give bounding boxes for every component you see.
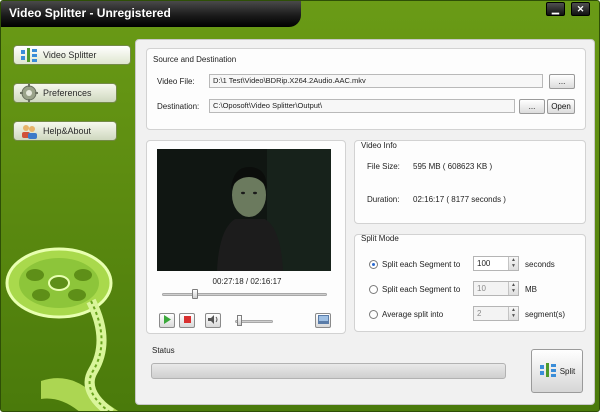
split-by-size-radio[interactable]: [369, 285, 378, 294]
open-button[interactable]: Open: [547, 99, 575, 114]
group-title: Video Info: [361, 141, 397, 150]
segments-unit: segment(s): [525, 310, 566, 319]
seek-bar[interactable]: [162, 293, 327, 296]
splitter-icon: [18, 46, 40, 64]
play-button[interactable]: [159, 313, 175, 328]
film-reel-logo: [5, 247, 119, 411]
source-destination-group: Source and Destination Video File: D:\1 …: [146, 48, 586, 130]
progress-bar: [151, 363, 506, 379]
video-file-browse-button[interactable]: ...: [549, 74, 575, 89]
video-info-group: Video Info File Size: 595 MB ( 608623 KB…: [354, 140, 586, 224]
file-size-value: 595 MB ( 608623 KB ): [413, 162, 493, 171]
sidebar-item-video-splitter[interactable]: Video Splitter: [13, 45, 131, 65]
speaker-icon: [207, 315, 219, 326]
video-file-label: Video File:: [157, 77, 195, 86]
stop-button[interactable]: [179, 313, 195, 328]
seconds-unit: seconds: [525, 260, 555, 269]
video-frame: [157, 149, 331, 271]
duration-label: Duration:: [367, 195, 400, 204]
title-bar: Video Splitter - Unregistered: [1, 1, 301, 27]
split-average-radio[interactable]: [369, 310, 378, 319]
main-panel: Source and Destination Video File: D:\1 …: [135, 39, 595, 405]
window-title: Video Splitter - Unregistered: [9, 6, 171, 20]
spin-buttons[interactable]: ▲ ▼: [508, 257, 518, 270]
splitter-icon: [539, 362, 557, 380]
video-preview-group: 00:27:18 / 02:16:17: [146, 140, 346, 334]
gear-icon: [18, 84, 40, 102]
split-option-label: Average split into: [382, 310, 444, 319]
destination-label: Destination:: [157, 102, 200, 111]
volume-thumb[interactable]: [236, 315, 242, 326]
sidebar-item-label: Preferences: [43, 88, 92, 98]
destination-field[interactable]: C:\Oposoft\Video Splitter\Output\: [209, 99, 515, 113]
seconds-input[interactable]: 100 ▲ ▼: [473, 256, 519, 271]
close-button[interactable]: ✕: [571, 2, 590, 16]
group-title: Split Mode: [361, 234, 399, 243]
split-by-seconds-radio[interactable]: [369, 260, 378, 269]
spin-buttons[interactable]: ▲ ▼: [508, 307, 518, 320]
play-icon: [163, 315, 172, 326]
size-unit: MB: [525, 285, 537, 294]
split-option-label: Split each Segment to: [382, 260, 461, 269]
split-button-label: Split: [559, 366, 576, 376]
stop-icon: [183, 315, 192, 326]
size-value: 10: [477, 284, 486, 293]
timecode: 00:27:18 / 02:16:17: [212, 277, 282, 286]
snapshot-button[interactable]: [315, 313, 331, 328]
group-title: Source and Destination: [153, 55, 237, 64]
duration-value: 02:16:17 ( 8177 seconds ): [413, 195, 506, 204]
sidebar-item-help-about[interactable]: Help&About: [13, 121, 117, 141]
seconds-value: 100: [477, 259, 491, 268]
sidebar-item-preferences[interactable]: Preferences: [13, 83, 117, 103]
split-mode-group: Split Mode Split each Segment to 100 ▲ ▼ …: [354, 234, 586, 332]
video-file-field[interactable]: D:\1 Test\Video\BDRip.X264.2Audio.AAC.mk…: [209, 74, 543, 88]
size-input[interactable]: 10 ▲ ▼: [473, 281, 519, 296]
minimize-button[interactable]: ▁: [546, 2, 565, 16]
destination-browse-button[interactable]: ...: [519, 99, 545, 114]
people-icon: [18, 122, 40, 140]
spin-buttons[interactable]: ▲ ▼: [508, 282, 518, 295]
app-window: Video Splitter - Unregistered ▁ ✕ Video …: [0, 0, 600, 412]
status-title: Status: [152, 346, 175, 355]
split-button[interactable]: Split: [531, 349, 583, 393]
seek-thumb[interactable]: [192, 289, 198, 299]
file-size-label: File Size:: [367, 162, 400, 171]
sidebar-item-label: Video Splitter: [43, 50, 97, 60]
snapshot-icon: [317, 315, 329, 326]
segments-value: 2: [477, 309, 482, 318]
split-option-label: Split each Segment to: [382, 285, 461, 294]
sidebar-item-label: Help&About: [43, 126, 92, 136]
segments-input[interactable]: 2 ▲ ▼: [473, 306, 519, 321]
volume-button[interactable]: [205, 313, 221, 328]
